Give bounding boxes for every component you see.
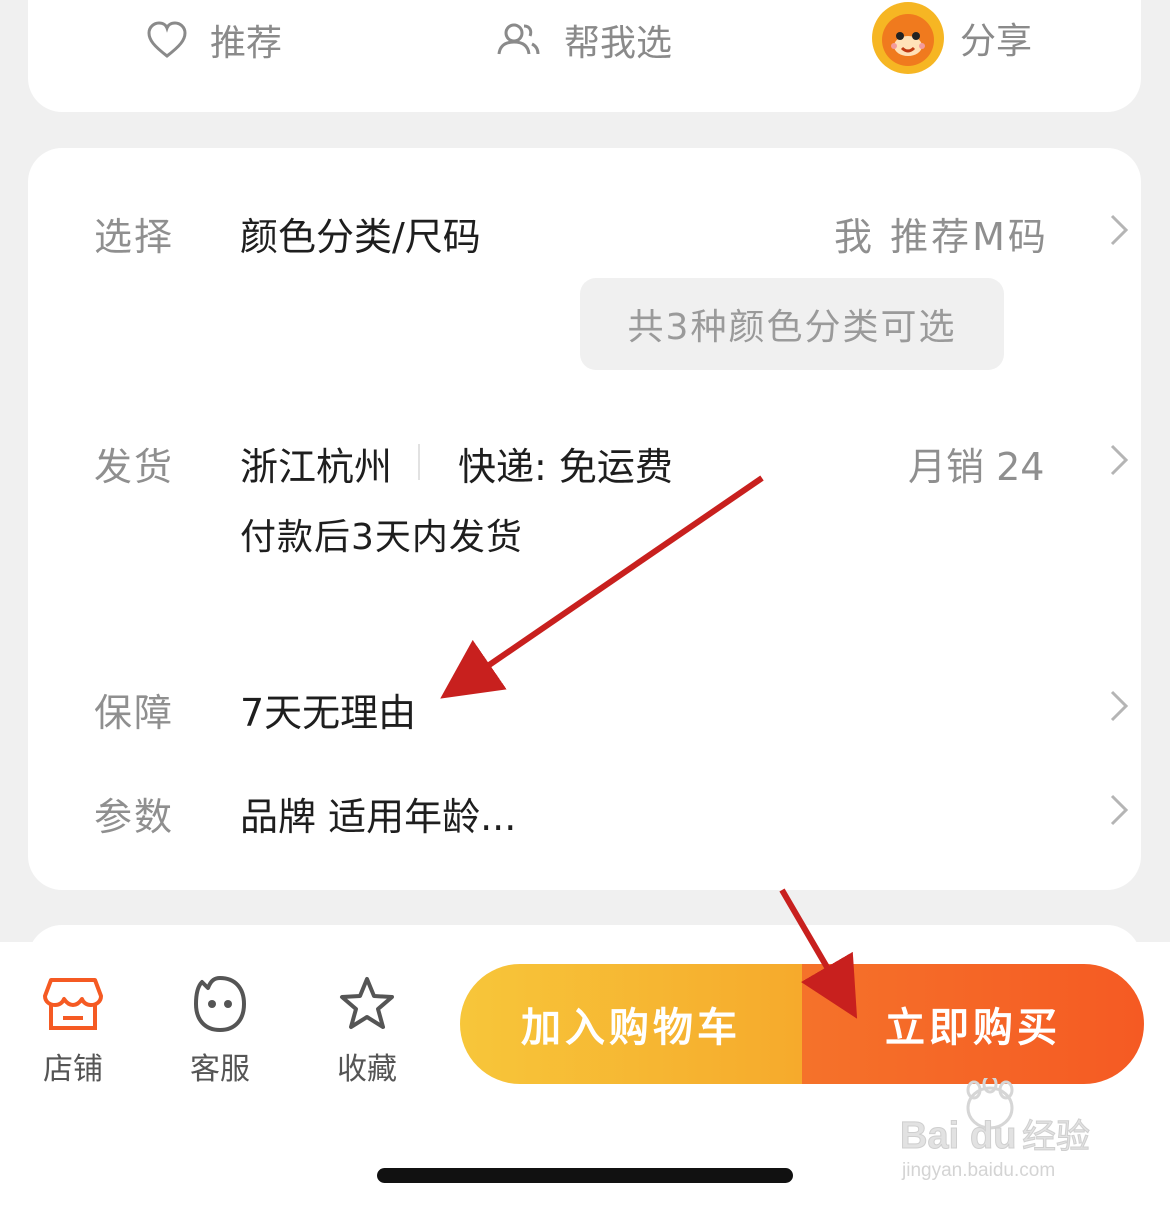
svg-text:du: du (970, 1115, 1016, 1157)
svg-text:经验: 经验 (1022, 1117, 1090, 1157)
annotation-arrow-guarantee (440, 475, 764, 699)
annotation-overlay (440, 475, 858, 1019)
svg-text:jingyan.baidu.com: jingyan.baidu.com (901, 1160, 1055, 1181)
annotation-arrow-buy-now (779, 888, 858, 1019)
svg-text:Bai: Bai (900, 1115, 959, 1157)
baidu-jingyan-watermark: Bai du 经验 jingyan.baidu.com (900, 1078, 1091, 1181)
